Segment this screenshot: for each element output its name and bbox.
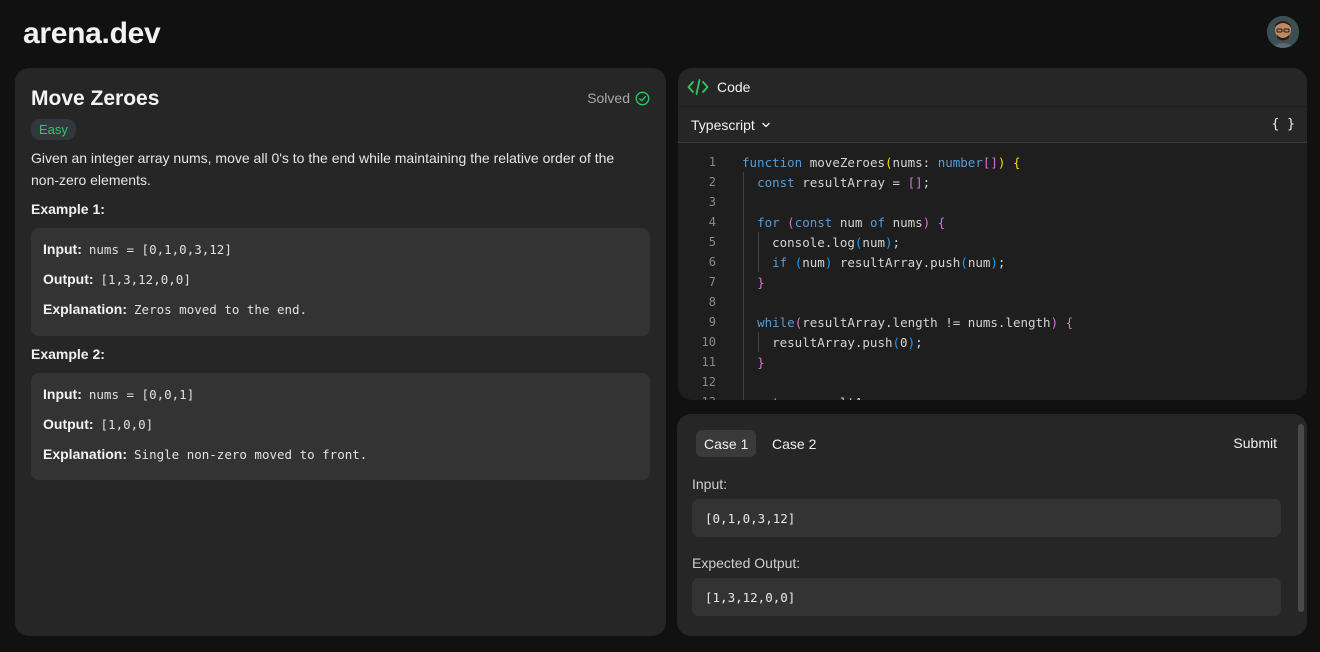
line-number: 12	[701, 375, 716, 389]
brand-logo: arena.dev	[23, 17, 161, 50]
line-number: 5	[708, 235, 716, 249]
example-2-input: Input: nums = [0,0,1]	[43, 386, 638, 416]
code-brackets-icon	[687, 79, 709, 95]
submit-button[interactable]: Submit	[1233, 435, 1277, 451]
language-bar: Typescript { }	[678, 106, 1307, 143]
scrollbar[interactable]	[1298, 424, 1304, 612]
check-circle-icon	[635, 91, 650, 105]
code-header: Code	[678, 68, 1307, 106]
code-line: 10 resultArray.push(0);	[678, 332, 1307, 352]
output-value: [1,3,12,0,0]	[100, 272, 191, 287]
code-line: 2 const resultArray = [];	[678, 172, 1307, 192]
output-label: Output:	[43, 416, 94, 432]
format-code-button[interactable]: { }	[1272, 117, 1295, 132]
output-label: Output:	[43, 271, 94, 287]
example-1-explanation: Explanation: Zeros moved to the end.	[43, 301, 638, 331]
expected-output-label: Expected Output:	[692, 555, 801, 571]
language-label: Typescript	[691, 116, 755, 133]
example-2-explanation: Explanation: Single non-zero moved to fr…	[43, 446, 638, 476]
explanation-label: Explanation:	[43, 446, 128, 462]
code-panel: Code Typescript { } 1 function moveZeroes…	[678, 68, 1307, 400]
input-value: nums = [0,1,0,3,12]	[88, 242, 232, 257]
explanation-value: Zeros moved to the end.	[134, 302, 308, 317]
tab-case-1[interactable]: Case 1	[696, 430, 757, 457]
code-editor[interactable]: 1 function moveZeroes(nums: number[]) { 2…	[678, 143, 1307, 400]
solved-status: Solved	[587, 90, 650, 106]
line-number: 10	[701, 335, 716, 349]
input-label: Input:	[43, 241, 82, 257]
line-number: 4	[708, 215, 716, 229]
problem-panel: Move Zeroes Solved Easy Given an integer…	[15, 68, 666, 636]
user-avatar[interactable]	[1267, 16, 1299, 48]
code-text: return resultArray;	[742, 395, 900, 401]
line-number: 2	[708, 175, 716, 189]
code-line: 3	[678, 192, 1307, 212]
input-label: Input:	[43, 386, 82, 402]
input-value: nums = [0,0,1]	[88, 387, 195, 402]
explanation-label: Explanation:	[43, 301, 128, 317]
code-text: for (const num of nums) {	[757, 214, 946, 230]
line-number: 6	[708, 255, 716, 269]
line-number: 7	[708, 275, 716, 289]
example-1-title: Example 1:	[31, 201, 105, 217]
avatar-image	[1267, 16, 1299, 48]
example-2-output: Output: [1,0,0]	[43, 416, 638, 446]
code-line: 4 for (const num of nums) {	[678, 212, 1307, 232]
example-1-input: Input: nums = [0,1,0,3,12]	[43, 241, 638, 271]
testcase-panel: Case 1 Case 2 Submit Input: [0,1,0,3,12]…	[677, 414, 1307, 636]
code-line: 11 }	[678, 352, 1307, 372]
example-2-title: Example 2:	[31, 346, 105, 362]
input-label: Input:	[692, 476, 728, 492]
example-1-output: Output: [1,3,12,0,0]	[43, 271, 638, 301]
code-line: 6 if (num) resultArray.push(num);	[678, 252, 1307, 272]
line-number: 1	[708, 155, 716, 169]
code-text: }	[757, 274, 765, 290]
code-line: 9 while(resultArray.length != nums.lengt…	[678, 312, 1307, 332]
code-header-label: Code	[717, 79, 751, 95]
code-text: console.log(num);	[742, 234, 901, 250]
difficulty-badge: Easy	[31, 119, 76, 140]
code-text: }	[757, 354, 765, 370]
example-2-box: Input: nums = [0,0,1] Output: [1,0,0] Ex…	[31, 373, 650, 480]
code-text: function moveZeroes(nums: number[]) {	[742, 154, 1021, 170]
line-number: 8	[708, 295, 716, 309]
line-number: 11	[701, 355, 716, 369]
code-line: 12	[678, 372, 1307, 392]
tab-case-2[interactable]: Case 2	[764, 430, 824, 457]
problem-title: Move Zeroes	[31, 87, 160, 110]
code-text: resultArray.push(0);	[742, 334, 923, 350]
line-number: 3	[708, 195, 716, 209]
expected-output-box: [1,3,12,0,0]	[692, 578, 1281, 616]
code-line: 1 function moveZeroes(nums: number[]) {	[678, 152, 1307, 172]
language-select[interactable]: Typescript	[691, 117, 771, 133]
explanation-value: Single non-zero moved to front.	[134, 447, 368, 462]
example-1-box: Input: nums = [0,1,0,3,12] Output: [1,3,…	[31, 228, 650, 336]
code-text: const resultArray = [];	[757, 174, 931, 190]
code-line: 13 return resultArray;	[678, 392, 1307, 401]
output-value: [1,0,0]	[100, 417, 154, 432]
code-line: 7 }	[678, 272, 1307, 292]
line-number: 9	[708, 315, 716, 329]
input-value-box: [0,1,0,3,12]	[692, 499, 1281, 537]
code-line: 5 console.log(num);	[678, 232, 1307, 252]
chevron-down-icon	[762, 122, 770, 127]
code-text: if (num) resultArray.push(num);	[772, 254, 1006, 270]
code-text: while(resultArray.length != nums.length)…	[757, 314, 1074, 330]
solved-label: Solved	[587, 90, 630, 106]
code-line: 8	[678, 292, 1307, 312]
line-number: 13	[678, 395, 716, 400]
problem-description: Given an integer array nums, move all 0'…	[31, 150, 615, 188]
